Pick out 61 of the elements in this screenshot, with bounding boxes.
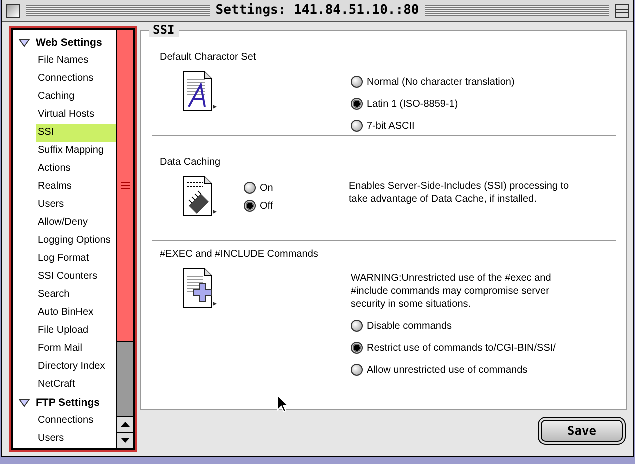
collapse-box[interactable] [615, 4, 629, 18]
radio-button[interactable] [244, 200, 256, 212]
option-label[interactable]: On [260, 182, 274, 194]
sidebar-item[interactable]: Connections [36, 412, 116, 430]
disclosure-triangle-icon[interactable] [19, 399, 30, 407]
option-label[interactable]: Allow unrestricted use of commands [367, 364, 528, 376]
sidebar-item[interactable]: Logging Options [36, 232, 116, 250]
panel-title: SSI [149, 23, 179, 37]
sidebar-item[interactable]: File Upload [36, 322, 116, 340]
option-label[interactable]: Restrict use of commands to/CGI-BIN/SSI/ [367, 342, 556, 354]
font-document-icon [183, 71, 217, 113]
radio-button[interactable] [244, 182, 256, 194]
sidebar-item[interactable]: Realms [36, 178, 116, 196]
sidebar-item[interactable]: Users [36, 196, 116, 214]
sidebar-item[interactable]: Users [36, 430, 116, 448]
grip-icon [120, 182, 130, 189]
sidebar-item[interactable]: Connections [36, 70, 116, 88]
save-button[interactable]: Save [541, 420, 623, 442]
section-title: #EXEC and #INCLUDE Commands [160, 249, 320, 260]
sidebar-item[interactable]: Suffix Mapping [36, 142, 116, 160]
radio-button[interactable] [351, 342, 363, 354]
group-heading[interactable]: FTP Settings [36, 397, 100, 409]
description-text: Enables Server-Side-Includes (SSI) processing to take advantage of Data Cache, if installed. [349, 180, 570, 206]
option-label[interactable]: Normal (No character translation) [367, 76, 515, 88]
sidebar-item[interactable]: File Names [36, 52, 116, 70]
radio-button[interactable] [351, 364, 363, 376]
radio-button[interactable] [351, 120, 363, 132]
sidebar-item[interactable]: NetCraft [36, 376, 116, 394]
sidebar-item[interactable]: Log Format [36, 250, 116, 268]
sidebar-item[interactable]: Virtual Hosts [36, 106, 116, 124]
disclosure-triangle-icon[interactable] [19, 39, 30, 47]
scroll-down-button[interactable] [117, 432, 133, 448]
scroll-thumb[interactable] [117, 30, 133, 342]
radio-button[interactable] [351, 76, 363, 88]
chip-document-icon [183, 176, 217, 218]
sidebar-item[interactable]: Search [36, 286, 116, 304]
sidebar-item[interactable]: SSI Counters [36, 268, 116, 286]
sidebar-item[interactable]: Caching [36, 88, 116, 106]
close-box[interactable] [6, 4, 20, 18]
plus-document-icon [183, 268, 217, 310]
sidebar-item[interactable]: Form Mail [36, 340, 116, 358]
sidebar-item[interactable]: Auto BinHex [36, 304, 116, 322]
radio-button[interactable] [351, 98, 363, 110]
radio-button[interactable] [351, 320, 363, 332]
sidebar-item[interactable]: SSI [36, 124, 116, 142]
sidebar-item[interactable]: Actions [36, 160, 116, 178]
section-title: Default Charactor Set [160, 52, 258, 63]
section-title: Data Caching [160, 157, 222, 168]
option-label[interactable]: Latin 1 (ISO-8859-1) [367, 98, 458, 110]
option-label[interactable]: Off [260, 200, 274, 212]
sidebar-item[interactable]: Directory Index [36, 358, 116, 376]
sidebar-item[interactable]: Allow/Deny [36, 214, 116, 232]
description-text: WARNING:Unrestricted use of the #exec and #include commands may compromise server security in some situations. [351, 272, 552, 311]
up-arrow-icon [120, 422, 130, 427]
option-label[interactable]: 7-bit ASCII [367, 120, 415, 132]
window-title: Settings: 141.84.51.10.:80 [216, 3, 420, 18]
down-arrow-icon [120, 438, 130, 443]
scroll-bar[interactable] [116, 29, 134, 449]
group-heading[interactable]: Web Settings [36, 37, 102, 49]
scroll-up-button[interactable] [117, 416, 133, 432]
option-label[interactable]: Disable commands [367, 320, 452, 332]
